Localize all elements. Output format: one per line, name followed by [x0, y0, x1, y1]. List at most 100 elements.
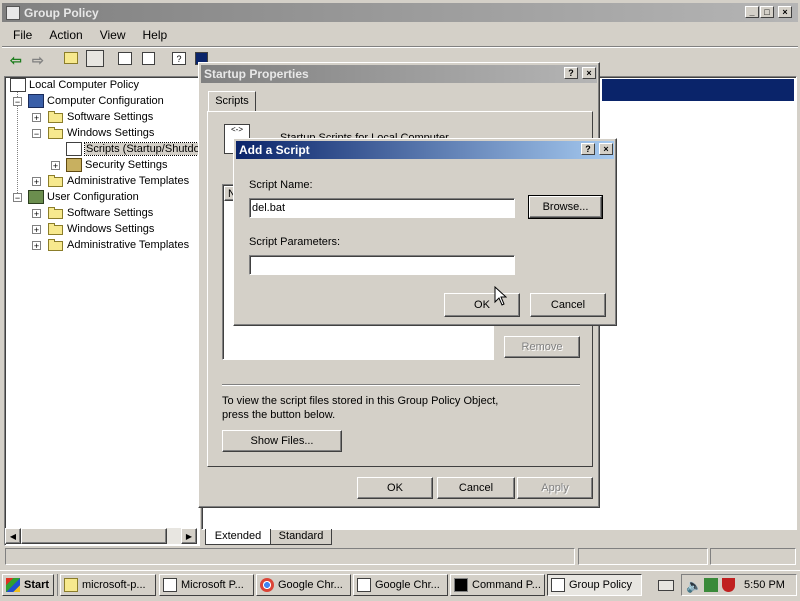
script-params-input[interactable] — [249, 255, 515, 275]
startup-cancel-button[interactable]: Cancel — [437, 477, 515, 499]
expand-expander[interactable]: + — [32, 113, 41, 123]
policy-icon — [551, 578, 565, 592]
menu-help[interactable]: Help — [143, 28, 168, 42]
minimize-button[interactable]: _ — [745, 6, 759, 18]
add-script-help-button[interactable]: ? — [581, 143, 595, 155]
task-microsoft-folder[interactable]: microsoft-p... — [60, 574, 156, 596]
startup-dialog-title: Startup Properties — [204, 67, 309, 81]
startup-close-button[interactable]: × — [582, 67, 596, 79]
start-button[interactable]: Start — [2, 574, 54, 596]
startup-cancel-label: Cancel — [458, 482, 494, 494]
tree-item-user-software-settings[interactable]: Software Settings — [48, 205, 153, 221]
show-tree-icon[interactable] — [86, 50, 104, 67]
task-label: Command P... — [472, 579, 541, 591]
maximize-button[interactable]: □ — [760, 6, 774, 18]
tree-item-windows-settings[interactable]: Windows Settings — [48, 125, 154, 141]
startup-ok-button[interactable]: OK — [357, 477, 433, 499]
export-list-icon[interactable] — [142, 52, 155, 65]
folder-icon — [48, 111, 64, 123]
tab-extended[interactable]: Extended — [205, 529, 271, 545]
menu-action[interactable]: Action — [49, 28, 82, 42]
add-script-cancel-button[interactable]: Cancel — [530, 293, 606, 317]
expand-expander[interactable]: + — [32, 177, 41, 187]
add-script-close-button[interactable]: × — [599, 143, 613, 155]
collapse-expander[interactable]: − — [13, 193, 22, 203]
script-name-label: Script Name: — [249, 179, 313, 191]
startup-help-button[interactable]: ? — [564, 67, 578, 79]
menu-view[interactable]: View — [100, 28, 126, 42]
main-title-bar[interactable]: Group Policy — [2, 3, 798, 22]
scroll-thumb[interactable] — [21, 528, 167, 544]
tree-item-user-windows-settings[interactable]: Windows Settings — [48, 221, 154, 237]
shield-icon[interactable] — [722, 578, 735, 592]
close-button[interactable]: × — [778, 6, 792, 18]
tree-item-label: Windows Settings — [67, 127, 155, 139]
tree-item-security-settings[interactable]: Security Settings — [66, 157, 168, 173]
status-bar — [2, 548, 798, 566]
tree-item-user-configuration[interactable]: User Configuration — [28, 189, 139, 205]
start-label: Start — [24, 579, 50, 591]
tree-item-scripts-selected[interactable]: Scripts (Startup/Shutdown) — [66, 141, 220, 157]
back-arrow-icon[interactable]: ⇦ — [10, 52, 22, 69]
show-files-info: To view the script files stored in this … — [222, 395, 499, 421]
task-google-chrome-1[interactable]: Google Chr... — [256, 574, 351, 596]
startup-title-bar[interactable]: Startup Properties — [201, 65, 597, 83]
folder-icon — [48, 239, 64, 251]
tree-scrollbar[interactable]: ◀ ▶ — [5, 528, 197, 544]
expand-expander[interactable]: + — [32, 241, 41, 251]
script-name-input[interactable] — [249, 198, 515, 218]
status-pane-2 — [578, 548, 708, 565]
up-folder-icon[interactable] — [64, 52, 78, 64]
keyboard-icon[interactable] — [658, 580, 674, 591]
browse-button[interactable]: Browse... — [528, 195, 603, 219]
add-script-title-bar[interactable]: Add a Script — [236, 141, 614, 159]
add-script-title: Add a Script — [239, 143, 310, 157]
remove-button[interactable]: Remove — [504, 336, 580, 358]
tree-item-software-settings[interactable]: Software Settings — [48, 109, 153, 125]
tab-standard[interactable]: Standard — [271, 529, 332, 545]
task-label: Google Chr... — [278, 579, 343, 591]
tree-item-label: Administrative Templates — [67, 175, 190, 187]
user-icon — [28, 190, 44, 204]
network-icon[interactable] — [704, 578, 718, 592]
menu-bar: File Action View Help — [2, 25, 798, 45]
script-params-label: Script Parameters: — [249, 236, 341, 248]
startup-ok-label: OK — [387, 482, 403, 494]
expand-expander[interactable]: + — [32, 225, 41, 235]
computer-policy-icon — [10, 78, 26, 92]
system-tray: 🔈 5:50 PM — [681, 574, 797, 596]
tab-scripts[interactable]: Scripts — [208, 91, 256, 112]
tree-item-administrative-templates[interactable]: Administrative Templates — [48, 173, 189, 189]
chrome-icon — [260, 578, 274, 592]
panel-divider — [222, 384, 580, 386]
tree-item-computer-configuration[interactable]: Computer Configuration — [28, 93, 164, 109]
startup-apply-button[interactable]: Apply — [517, 477, 593, 499]
scroll-right-button[interactable]: ▶ — [181, 528, 197, 544]
scroll-left-button[interactable]: ◀ — [5, 528, 21, 544]
volume-icon[interactable]: 🔈 — [686, 578, 702, 594]
properties-icon[interactable] — [118, 52, 132, 65]
tree-item-local-computer-policy[interactable]: Local Computer Policy — [10, 77, 139, 93]
policy-icon — [6, 5, 20, 20]
tree-item-user-administrative-templates[interactable]: Administrative Templates — [48, 237, 189, 253]
forward-arrow-icon[interactable]: ⇨ — [32, 52, 44, 69]
main-window-title: Group Policy — [24, 5, 99, 20]
task-command-prompt[interactable]: Command P... — [450, 574, 545, 596]
task-microsoft-p[interactable]: Microsoft P... — [159, 574, 254, 596]
tree-item-label: Software Settings — [67, 207, 154, 219]
task-google-chrome-2[interactable]: Google Chr... — [353, 574, 448, 596]
add-script-ok-button[interactable]: OK — [444, 293, 520, 317]
menu-divider — [2, 46, 798, 48]
task-group-policy[interactable]: Group Policy — [547, 574, 642, 596]
help-icon[interactable]: ? — [172, 52, 186, 65]
menu-file[interactable]: File — [13, 28, 32, 42]
tree-item-label: User Configuration — [47, 191, 139, 203]
collapse-expander[interactable]: − — [13, 97, 22, 107]
show-files-button[interactable]: Show Files... — [222, 430, 342, 452]
expand-expander[interactable]: + — [32, 209, 41, 219]
collapse-expander[interactable]: − — [32, 129, 41, 139]
details-header-band — [602, 79, 794, 101]
expand-expander[interactable]: + — [51, 161, 60, 171]
show-files-label: Show Files... — [250, 435, 314, 447]
clock[interactable]: 5:50 PM — [744, 579, 785, 591]
